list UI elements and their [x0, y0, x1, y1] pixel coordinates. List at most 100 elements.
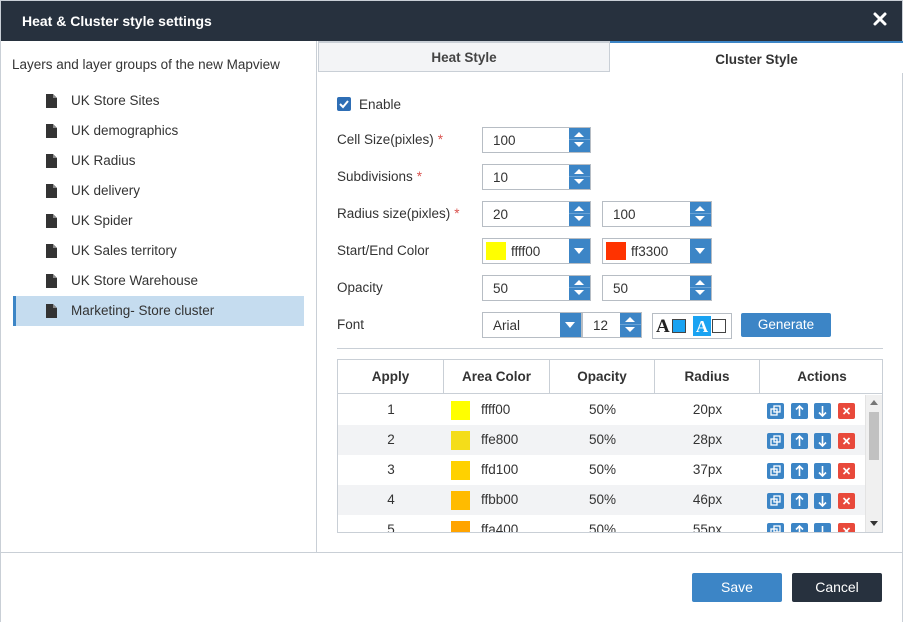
scrollbar-thumb[interactable]: [869, 412, 879, 460]
subdivisions-label: Subdivisions *: [337, 169, 423, 184]
arrow-down-icon: [625, 327, 635, 332]
copy-icon[interactable]: [767, 523, 784, 532]
column-actions: Actions: [797, 369, 847, 384]
layers-heading: Layers and layer groups of the new Mapvi…: [12, 57, 280, 72]
delete-icon[interactable]: [838, 403, 855, 419]
move-up-icon[interactable]: [791, 523, 808, 532]
required-mark: *: [416, 169, 423, 184]
color-swatch: [451, 431, 470, 450]
copy-icon[interactable]: [767, 433, 784, 449]
table-row[interactable]: 5 ffa400 50% 55px: [338, 515, 866, 532]
save-button[interactable]: Save: [692, 573, 782, 602]
move-up-icon[interactable]: [791, 463, 808, 479]
layer-item-label: UK demographics: [71, 123, 179, 138]
subdivisions-stepper[interactable]: 10: [482, 164, 591, 190]
move-down-icon[interactable]: [814, 493, 831, 509]
move-down-icon[interactable]: [814, 463, 831, 479]
document-icon: [46, 304, 57, 318]
opacity-end-stepper[interactable]: 50: [602, 275, 712, 301]
layer-item[interactable]: UK demographics: [13, 116, 304, 146]
move-down-icon[interactable]: [814, 523, 831, 532]
table-row[interactable]: 3 ffd100 50% 37px: [338, 455, 866, 485]
enable-label: Enable: [359, 97, 402, 112]
spinner-buttons[interactable]: [569, 165, 590, 189]
required-mark: *: [454, 206, 460, 221]
arrow-down-icon: [574, 179, 584, 184]
layer-item[interactable]: UK Spider: [13, 206, 304, 236]
layer-item[interactable]: UK Store Warehouse: [13, 266, 304, 296]
scroll-up-icon[interactable]: [870, 400, 878, 405]
chevron-down-icon[interactable]: [690, 239, 711, 263]
font-background-swatch[interactable]: [712, 319, 726, 333]
start-color-picker[interactable]: ffff00: [482, 238, 591, 264]
cancel-button[interactable]: Cancel: [792, 573, 882, 602]
font-size-stepper[interactable]: 12: [582, 312, 642, 338]
tab-heat-style[interactable]: Heat Style: [318, 41, 610, 72]
radius-min-stepper[interactable]: 20: [482, 201, 591, 227]
delete-icon[interactable]: [838, 433, 855, 449]
color-swatch: [451, 521, 470, 532]
font-family-select[interactable]: Arial: [482, 312, 582, 338]
start-color-swatch: [486, 242, 506, 260]
layer-item-label: UK delivery: [71, 183, 141, 198]
layer-item-label: Marketing- Store cluster: [71, 303, 215, 318]
arrow-down-icon: [574, 290, 584, 295]
table-scrollbar[interactable]: [865, 395, 882, 532]
end-color-picker[interactable]: ff3300: [602, 238, 712, 264]
heat-cluster-dialog: Heat & Cluster style settings Layers and…: [0, 0, 903, 622]
move-down-icon[interactable]: [814, 433, 831, 449]
arrow-down-icon: [695, 216, 705, 221]
font-color-picker[interactable]: A A: [652, 313, 732, 339]
font-color-swatch[interactable]: [672, 319, 686, 333]
chevron-down-icon[interactable]: [569, 239, 590, 263]
layers-panel: Layers and layer groups of the new Mapvi…: [1, 41, 317, 552]
move-down-icon[interactable]: [814, 403, 831, 419]
delete-icon[interactable]: [838, 463, 855, 479]
enable-checkbox[interactable]: [337, 97, 351, 111]
layer-item[interactable]: UK delivery: [13, 176, 304, 206]
copy-icon[interactable]: [767, 463, 784, 479]
cell-size-stepper[interactable]: 100: [482, 127, 591, 153]
cluster-table: Apply Area Color Opacity Radius Actions …: [337, 359, 883, 533]
layer-item-label: UK Store Sites: [71, 93, 160, 108]
layer-item[interactable]: UK Sales territory: [13, 236, 304, 266]
delete-icon[interactable]: [838, 523, 855, 532]
spinner-buttons[interactable]: [690, 276, 711, 300]
layer-item[interactable]: UK Radius: [13, 146, 304, 176]
delete-icon[interactable]: [838, 493, 855, 509]
spinner-buttons[interactable]: [569, 128, 590, 152]
generate-button[interactable]: Generate: [741, 313, 831, 337]
table-row[interactable]: 1 ffff00 50% 20px: [338, 395, 866, 425]
tab-cluster-style[interactable]: Cluster Style: [610, 41, 903, 73]
color-swatch: [451, 461, 470, 480]
layer-item-selected[interactable]: Marketing- Store cluster: [13, 296, 304, 326]
spinner-buttons[interactable]: [569, 276, 590, 300]
spinner-buttons[interactable]: [620, 313, 641, 337]
layer-item[interactable]: UK Store Sites: [13, 86, 304, 116]
radius-max-stepper[interactable]: 100: [602, 201, 712, 227]
document-icon: [46, 184, 57, 198]
close-icon[interactable]: [872, 11, 888, 27]
table-row[interactable]: 2 ffe800 50% 28px: [338, 425, 866, 455]
opacity-start-stepper[interactable]: 50: [482, 275, 591, 301]
table-row[interactable]: 4 ffbb00 50% 46px: [338, 485, 866, 515]
layer-item-label: UK Radius: [71, 153, 136, 168]
move-up-icon[interactable]: [791, 403, 808, 419]
radius-size-label: Radius size(pixles) *: [337, 206, 460, 221]
arrow-up-icon: [695, 206, 705, 211]
scroll-down-icon[interactable]: [870, 521, 878, 526]
copy-icon[interactable]: [767, 403, 784, 419]
spinner-buttons[interactable]: [569, 202, 590, 226]
document-icon: [46, 214, 57, 228]
font-color-glyph: A: [656, 316, 670, 337]
move-up-icon[interactable]: [791, 433, 808, 449]
dialog-footer: Save Cancel: [1, 552, 902, 622]
spinner-buttons[interactable]: [690, 202, 711, 226]
move-up-icon[interactable]: [791, 493, 808, 509]
cell-size-label: Cell Size(pixles) *: [337, 132, 444, 147]
copy-icon[interactable]: [767, 493, 784, 509]
document-icon: [46, 274, 57, 288]
dialog-titlebar: Heat & Cluster style settings: [1, 1, 902, 41]
chevron-down-icon[interactable]: [560, 313, 581, 337]
required-mark: *: [437, 132, 444, 147]
